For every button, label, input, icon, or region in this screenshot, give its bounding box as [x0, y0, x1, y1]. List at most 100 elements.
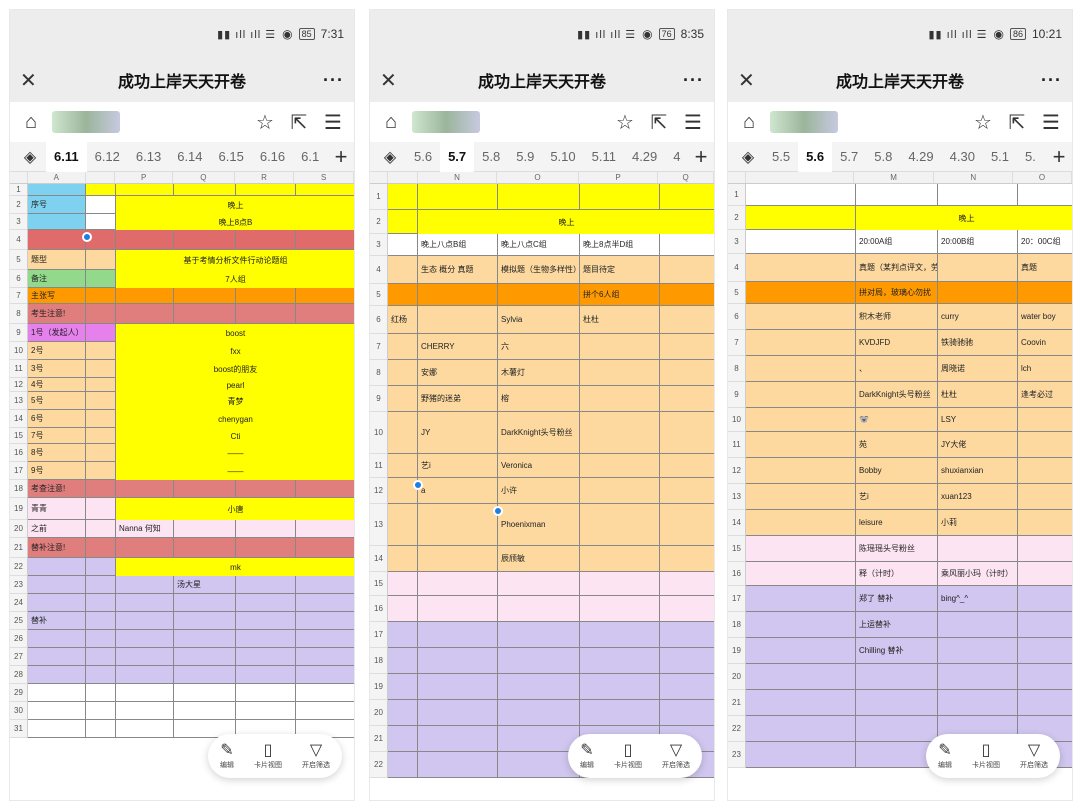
table-cell[interactable] — [938, 254, 1018, 281]
table-cell[interactable] — [174, 520, 236, 537]
row-header[interactable]: 21 — [10, 538, 27, 558]
tab-sheet[interactable]: 5.9 — [508, 142, 542, 172]
table-cell[interactable] — [746, 458, 856, 483]
table-cell[interactable] — [116, 684, 174, 701]
row-header[interactable]: 29 — [10, 684, 27, 702]
table-cell[interactable] — [418, 596, 498, 621]
table-cell[interactable] — [580, 596, 660, 621]
table-cell[interactable] — [746, 716, 856, 741]
card-view-button[interactable]: ▯ 卡片视图 — [972, 742, 1000, 770]
table-cell[interactable] — [1018, 408, 1072, 431]
table-cell[interactable]: 铁骑驰驰 — [938, 330, 1018, 355]
table-cell[interactable] — [1018, 510, 1072, 535]
row-header[interactable]: 16 — [370, 596, 387, 622]
table-cell[interactable]: 3号 — [28, 360, 86, 377]
table-cell[interactable] — [938, 282, 1018, 303]
column-header[interactable] — [746, 172, 854, 183]
tab-sheet[interactable]: 5.1 — [983, 142, 1017, 172]
row-header[interactable]: 18 — [370, 648, 387, 674]
table-cell[interactable] — [236, 612, 296, 629]
edit-button[interactable]: ✎ 编辑 — [580, 742, 594, 770]
merged-header-cell[interactable]: 晚上 — [856, 206, 1072, 230]
table-cell[interactable] — [28, 684, 86, 701]
filter-button[interactable]: ▽ 开启筛选 — [662, 742, 690, 770]
row-header[interactable]: 4 — [370, 256, 387, 284]
table-cell[interactable] — [28, 576, 86, 593]
row-header[interactable]: 1 — [10, 184, 27, 196]
table-cell[interactable]: 晚上八点C组 — [498, 234, 580, 255]
row-header[interactable]: 3 — [10, 214, 27, 230]
table-cell[interactable] — [746, 230, 856, 253]
table-cell[interactable] — [86, 576, 116, 593]
table-cell[interactable] — [296, 520, 354, 537]
table-cell[interactable] — [236, 230, 296, 249]
table-cell[interactable] — [1018, 612, 1072, 637]
table-cell[interactable]: 、 — [856, 356, 938, 381]
tab-sheet[interactable]: 5.7 — [440, 141, 475, 172]
table-cell[interactable] — [746, 184, 856, 205]
table-cell[interactable] — [418, 622, 498, 647]
table-cell[interactable] — [660, 674, 714, 699]
table-cell[interactable]: 20：00C组 — [1018, 230, 1072, 253]
table-cell[interactable]: leisure — [856, 510, 938, 535]
row-header[interactable]: 2 — [10, 196, 27, 214]
table-cell[interactable] — [116, 576, 174, 593]
add-sheet-icon[interactable]: + — [1046, 144, 1072, 170]
table-cell[interactable]: 9号 — [28, 462, 86, 479]
table-cell[interactable] — [418, 648, 498, 673]
table-cell[interactable] — [746, 586, 856, 611]
tab-sheet[interactable]: 5.7 — [832, 142, 866, 172]
merged-header-cell[interactable]: boost的朋友 — [116, 360, 354, 378]
merged-header-cell[interactable]: 基于考情分析文件行动论题组 — [116, 250, 354, 270]
table-cell[interactable] — [498, 284, 580, 305]
table-cell[interactable] — [388, 184, 418, 209]
table-cell[interactable]: Chilling 替补 — [856, 638, 938, 663]
table-cell[interactable] — [174, 702, 236, 719]
row-header[interactable]: 8 — [10, 304, 27, 324]
row-header[interactable]: 4 — [728, 254, 745, 282]
table-cell[interactable] — [418, 572, 498, 595]
table-cell[interactable] — [580, 572, 660, 595]
table-cell[interactable] — [86, 250, 116, 269]
table-cell[interactable] — [174, 288, 236, 303]
table-cell[interactable]: 5号 — [28, 392, 86, 409]
table-cell[interactable] — [660, 572, 714, 595]
table-cell[interactable] — [86, 444, 116, 461]
tab-sheet[interactable]: 6.12 — [87, 142, 128, 172]
table-cell[interactable] — [174, 538, 236, 557]
row-header[interactable]: 17 — [370, 622, 387, 648]
tab-sheet[interactable]: 4.29 — [624, 142, 665, 172]
table-cell[interactable]: 7号 — [28, 428, 86, 443]
table-cell[interactable] — [938, 536, 1018, 561]
star-icon[interactable]: ☆ — [612, 110, 638, 135]
table-cell[interactable] — [296, 304, 354, 323]
table-cell[interactable] — [296, 184, 354, 195]
row-header[interactable]: 11 — [728, 432, 745, 458]
table-cell[interactable] — [86, 538, 116, 557]
table-cell[interactable] — [116, 702, 174, 719]
table-cell[interactable] — [746, 742, 856, 767]
layers-icon[interactable]: ◈ — [732, 147, 764, 167]
table-cell[interactable] — [1018, 536, 1072, 561]
row-header[interactable]: 17 — [728, 586, 745, 612]
row-header[interactable]: 12 — [728, 458, 745, 484]
table-cell[interactable] — [116, 230, 174, 249]
table-cell[interactable]: 拼对局，玻璃心勿扰 — [856, 282, 938, 303]
table-cell[interactable]: 小许 — [498, 478, 580, 503]
merged-header-cell[interactable]: fxx — [116, 342, 354, 360]
table-cell[interactable]: 之前 — [28, 520, 86, 537]
merged-header-cell[interactable]: Cti — [116, 428, 354, 444]
table-cell[interactable] — [296, 594, 354, 611]
menu-icon[interactable]: ☰ — [1038, 110, 1064, 135]
table-cell[interactable]: JY — [418, 412, 498, 453]
table-cell[interactable] — [388, 386, 418, 411]
table-cell[interactable] — [174, 630, 236, 647]
table-cell[interactable] — [296, 230, 354, 249]
table-cell[interactable] — [1018, 432, 1072, 457]
row-header[interactable]: 22 — [370, 752, 387, 778]
column-header[interactable]: P — [115, 172, 174, 183]
row-header[interactable]: 14 — [370, 546, 387, 572]
table-cell[interactable] — [580, 360, 660, 385]
table-cell[interactable]: curry — [938, 304, 1018, 329]
tab-sheet[interactable]: 5.5 — [764, 142, 798, 172]
